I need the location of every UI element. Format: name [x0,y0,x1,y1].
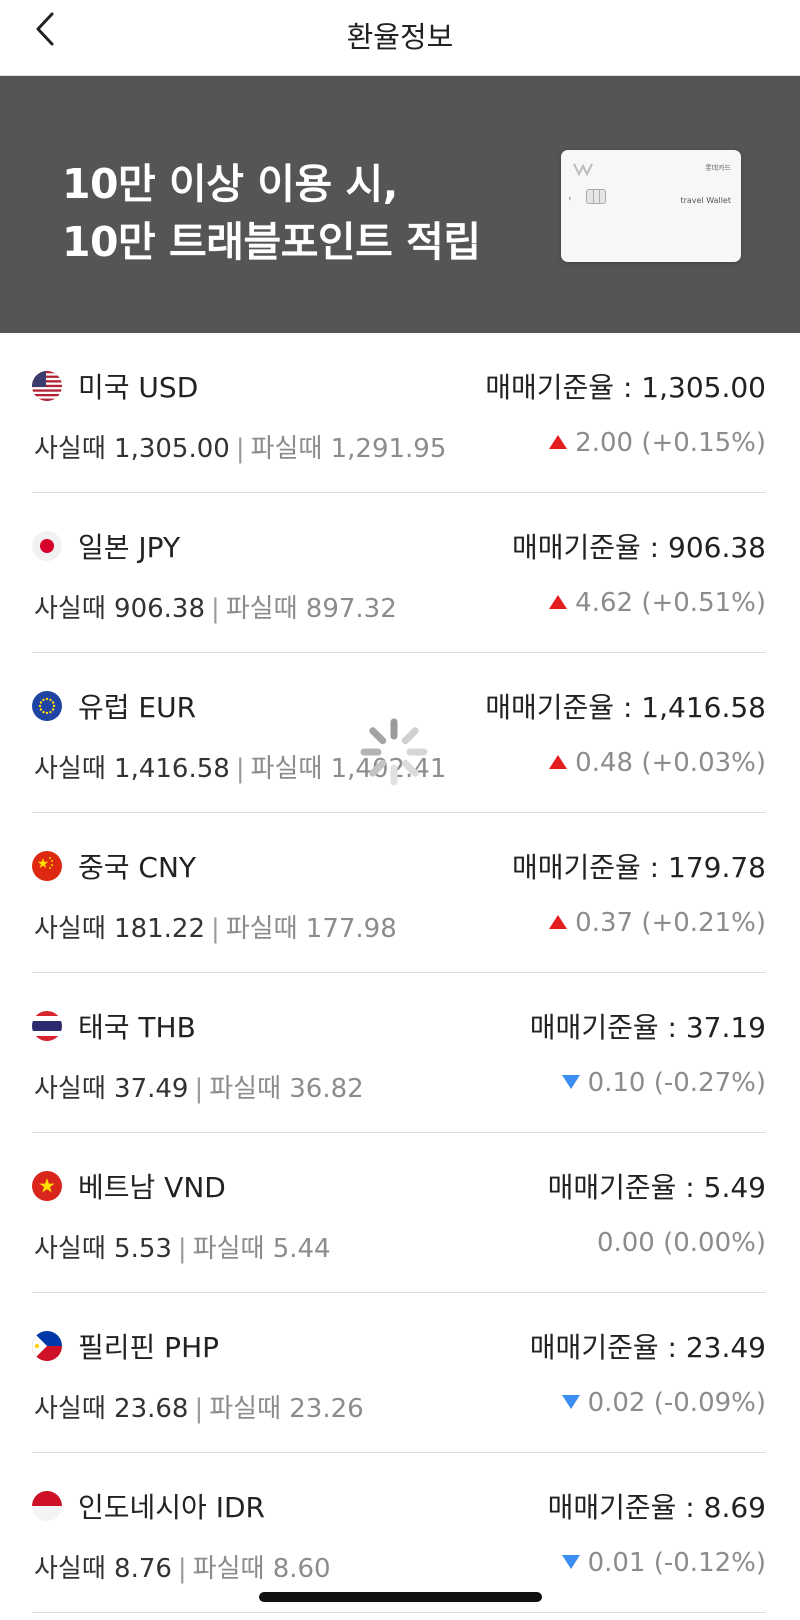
base-rate: 매매기준율 : 37.19 [529,1011,766,1044]
rate-change-value: 4.62 (+0.51%) [575,588,766,618]
sell-rate: 파실때 177.98 [225,914,397,944]
sell-rate: 파실때 5.44 [192,1234,331,1264]
currency-name: 일본 JPY [78,531,181,564]
rate-change: 2.00 (+0.15%) [549,428,766,458]
list-item[interactable]: 중국 CNY 매매기준율 : 179.78 사실때 181.22 | 파실때 177… [0,813,800,973]
currency-name: 필리핀 PHP [78,1331,220,1364]
rate-change: 0.48 (+0.03%) [549,748,766,778]
buy-rate: 사실때 23.68 [34,1394,189,1424]
list-item[interactable]: 태국 THB 매매기준율 : 37.19 사실때 37.49 | 파실때 36.82… [0,973,800,1133]
rate-separator: | [211,914,220,944]
list-item[interactable]: 베트남 VND 매매기준율 : 5.49 사실때 5.53 | 파실때 5.44 0… [0,1133,800,1293]
buy-sell-rates: 사실때 23.68 | 파실때 23.26 [34,1388,364,1425]
cn-flag-icon [32,851,62,881]
rate-change-value: 2.00 (+0.15%) [575,428,766,458]
buy-sell-rates: 사실때 37.49 | 파실때 36.82 [34,1068,364,1105]
home-indicator[interactable] [259,1592,542,1602]
th-flag-icon [32,1011,62,1041]
triangle-up-icon [549,914,568,929]
eu-flag-icon [32,691,62,721]
rate-change: 0.01 (-0.12%) [561,1548,766,1578]
rate-separator: | [235,754,245,784]
base-rate: 매매기준율 : 179.78 [511,851,766,884]
rate-change-value: 0.37 (+0.21%) [575,908,766,938]
buy-rate: 사실때 906.38 [34,594,205,624]
rate-change: 0.10 (-0.27%) [561,1068,766,1098]
card-chevron-icon: ‹ [568,194,572,204]
rate-change-value: 0.10 (-0.27%) [587,1068,766,1098]
currency-name: 미국 USD [78,371,199,404]
base-rate: 매매기준율 : 5.49 [547,1171,766,1204]
rate-separator: | [194,1074,204,1104]
travel-wallet-card-image: 롯데카드 ‹ travel Wallet [561,150,741,262]
buy-sell-rates: 사실때 906.38 | 파실때 897.32 [34,588,397,625]
currency-name: 인도네시아 IDR [78,1491,265,1524]
buy-sell-rates: 사실때 1,305.00 | 파실때 1,291.95 [34,428,446,465]
list-item[interactable]: 필리핀 PHP 매매기준율 : 23.49 사실때 23.68 | 파실때 23.2… [0,1293,800,1453]
id-flag-icon [32,1491,62,1521]
rate-change-value: 0.00 (0.00%) [596,1228,766,1258]
list-item[interactable]: 미국 USD 매매기준율 : 1,305.00 사실때 1,305.00 | 파실때… [0,333,800,493]
rate-separator: | [194,1394,204,1424]
rate-separator: | [211,594,220,624]
buy-sell-rates: 사실때 8.76 | 파실때 8.60 [34,1548,331,1585]
triangle-up-icon [549,594,568,609]
sell-rate: 파실때 36.82 [209,1074,364,1104]
triangle-up-icon [549,434,568,449]
sell-rate: 파실때 8.60 [192,1554,331,1584]
promo-banner[interactable]: 10만 이상 이용 시, 10만 트래블포인트 적립 롯데카드 ‹ travel… [0,76,800,333]
buy-rate: 사실때 37.49 [34,1074,189,1104]
currency-name: 태국 THB [78,1011,196,1044]
vn-flag-icon [32,1171,62,1201]
exchange-rate-list: 미국 USD 매매기준율 : 1,305.00 사실때 1,305.00 | 파실때… [0,333,800,1613]
buy-rate: 사실때 1,416.58 [34,754,230,784]
base-rate: 매매기준율 : 906.38 [511,531,766,564]
buy-sell-rates: 사실때 181.22 | 파실때 177.98 [34,908,397,945]
top-nav-bar: 환율정보 [0,0,800,76]
rate-change: 4.62 (+0.51%) [549,588,766,618]
base-rate: 매매기준율 : 23.49 [529,1331,766,1364]
loading-spinner-icon [360,718,428,786]
rate-change: 0.00 (0.00%) [597,1228,766,1258]
card-issuer-label: 롯데카드 [705,164,731,172]
rate-separator: | [177,1554,187,1584]
buy-sell-rates: 사실때 5.53 | 파실때 5.44 [34,1228,331,1265]
rate-separator: | [177,1234,187,1264]
currency-name: 유럽 EUR [78,691,197,724]
buy-rate: 사실때 1,305.00 [34,434,230,464]
triangle-down-icon [561,1074,580,1089]
rate-change: 0.02 (-0.09%) [561,1388,766,1418]
triangle-down-icon [561,1554,580,1569]
rate-separator: | [235,434,245,464]
base-rate: 매매기준율 : 8.69 [547,1491,766,1524]
buy-rate: 사실때 5.53 [34,1234,172,1264]
us-flag-icon [32,371,62,401]
card-name-label: travel Wallet [680,196,731,205]
sell-rate: 파실때 1,291.95 [250,434,447,464]
rate-change-value: 0.02 (-0.09%) [587,1388,766,1418]
currency-name: 베트남 VND [78,1171,226,1204]
card-chip-icon [586,189,606,204]
page-title: 환율정보 [346,20,454,54]
ph-flag-icon [32,1331,62,1361]
jp-flag-icon [32,531,62,561]
list-item[interactable]: 일본 JPY 매매기준율 : 906.38 사실때 906.38 | 파실때 897… [0,493,800,653]
triangle-down-icon [561,1394,580,1409]
list-item[interactable]: 인도네시아 IDR 매매기준율 : 8.69 사실때 8.76 | 파실때 8.60… [0,1453,800,1613]
sell-rate: 파실때 23.26 [209,1394,364,1424]
base-rate: 매매기준율 : 1,305.00 [485,371,766,404]
base-rate: 매매기준율 : 1,416.58 [485,691,766,724]
rate-change-value: 0.01 (-0.12%) [587,1548,766,1578]
banner-headline-line1: 10만 이상 이용 시, [62,160,398,208]
sell-rate: 파실때 897.32 [225,594,397,624]
banner-headline-line2: 10만 트래블포인트 적립 [62,218,481,266]
triangle-up-icon [549,754,568,769]
buy-rate: 사실때 181.22 [34,914,205,944]
rate-change: 0.37 (+0.21%) [549,908,766,938]
buy-rate: 사실때 8.76 [34,1554,172,1584]
card-brand-logo [573,163,593,176]
currency-name: 중국 CNY [78,851,197,884]
rate-change-value: 0.48 (+0.03%) [575,748,766,778]
